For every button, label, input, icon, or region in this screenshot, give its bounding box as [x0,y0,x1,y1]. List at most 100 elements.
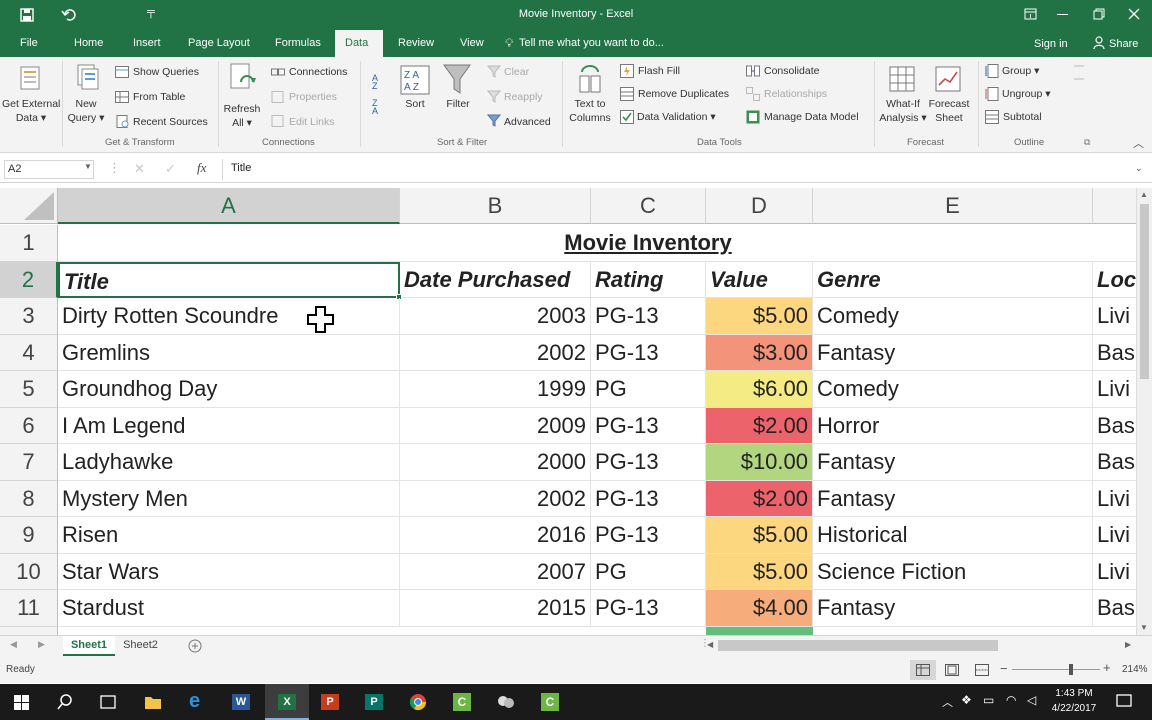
header-cell-date-purchased[interactable]: Date Purchased [400,261,591,298]
cell-genre[interactable]: Fantasy [813,444,1093,481]
cell-location[interactable]: Livi [1093,554,1136,590]
name-box[interactable]: A2 [4,160,94,179]
cell-value[interactable]: $5.00 [706,553,813,590]
snipping-tool-icon[interactable] [496,693,516,711]
volume-icon[interactable]: ◁ [1027,693,1036,707]
reapply-button[interactable]: Reapply [504,91,543,103]
row-header[interactable] [0,626,58,635]
cell-rating[interactable]: PG-13 [591,480,706,517]
sort-az-icon[interactable]: AZZA [372,71,386,115]
relationships-button[interactable]: Relationships [764,88,827,100]
task-view-icon[interactable] [99,694,117,710]
tab-view[interactable]: View [460,30,484,57]
cell-location[interactable]: Livi [1093,371,1136,408]
dropbox-icon[interactable]: ❖ [961,693,972,707]
cell-rating[interactable]: PG-13 [591,298,706,335]
scroll-up-icon[interactable]: ▲ [1140,190,1148,199]
close-icon[interactable] [1128,8,1140,20]
recent-sources-button[interactable]: Recent Sources [133,116,208,128]
tab-insert[interactable]: Insert [133,30,161,57]
column-header-f[interactable] [1093,188,1136,224]
powerpoint-icon[interactable]: P [321,694,339,710]
cell-value[interactable]: $5.00 [706,517,813,554]
outline-show-hide-icon[interactable] [1072,63,1086,95]
cell-genre[interactable]: Comedy [813,371,1093,408]
sheet-tab-sheet2[interactable]: Sheet2 [118,636,163,656]
cell-title[interactable]: Groundhog Day [58,371,400,408]
cell-location[interactable]: Bas [1093,335,1136,371]
cell-genre[interactable]: Fantasy [813,334,1093,371]
formula-input[interactable]: Title [231,162,251,174]
ribbon-display-icon[interactable] [1024,8,1037,21]
horizontal-scroll-thumb[interactable] [718,640,998,651]
scroll-thumb[interactable] [1140,204,1149,379]
zoom-level[interactable]: 214% [1122,664,1148,675]
page-break-view-icon[interactable] [975,664,989,676]
scroll-down-icon[interactable]: ▼ [1140,623,1148,632]
cell-genre[interactable]: Fantasy [813,590,1093,627]
connections-button[interactable]: Connections [289,66,347,78]
column-header-b[interactable]: B [400,188,591,224]
cell-rating[interactable]: PG [591,553,706,590]
share-button[interactable]: Share [1109,31,1138,58]
page-layout-view-icon[interactable] [945,664,959,676]
cell-date-purchased[interactable]: 2015 [400,590,591,627]
cell-title[interactable]: Risen [58,517,400,554]
wifi-icon[interactable]: ◠ [1006,693,1016,707]
camtasia-icon[interactable]: C [453,693,471,711]
cell-date-purchased[interactable]: 2007 [400,553,591,590]
camtasia-recorder-icon[interactable]: C [541,693,559,711]
word-icon[interactable]: W [232,694,250,710]
add-sheet-icon[interactable] [188,639,202,653]
row-header[interactable]: 9 [0,517,58,554]
cell-location[interactable]: Livi [1093,481,1136,517]
column-header-c[interactable]: C [591,188,706,224]
what-if-analysis-button[interactable]: What-If [878,98,928,110]
tab-formulas[interactable]: Formulas [275,30,321,57]
zoom-out-icon[interactable]: − [1000,661,1008,676]
cell-location[interactable]: Bas [1093,408,1136,444]
row-header[interactable]: 2 [0,261,58,298]
normal-view-icon[interactable] [916,664,930,676]
forecast-sheet-button[interactable]: Forecast [926,98,972,110]
header-cell-rating[interactable]: Rating [591,261,706,298]
edit-links-button[interactable]: Edit Links [289,116,335,128]
column-header-e[interactable]: E [813,188,1093,224]
cell-title[interactable]: Gremlins [58,334,400,371]
data-validation-button[interactable]: Data Validation ▾ [637,111,716,123]
clear-button[interactable]: Clear [504,66,529,78]
tab-page-layout[interactable]: Page Layout [188,30,250,57]
header-cell-title[interactable]: Title [58,261,400,298]
edge-icon[interactable]: e [189,690,200,713]
zoom-in-icon[interactable]: + [1103,660,1111,675]
cell-date-purchased[interactable]: 2000 [400,444,591,481]
row-header[interactable]: 1 [0,225,58,262]
row-header[interactable]: 4 [0,334,58,371]
advanced-button[interactable]: Advanced [504,116,551,128]
insert-function-icon[interactable]: fx [197,160,206,176]
cell-value[interactable]: $2.00 [706,480,813,517]
cell-value[interactable]: $3.00 [706,334,813,371]
cell-genre[interactable]: Comedy [813,298,1093,335]
show-queries-button[interactable]: Show Queries [133,66,199,78]
windows-start-icon[interactable] [14,695,30,711]
sort-button[interactable]: Sort [397,98,433,110]
scroll-right-icon[interactable]: ▶ [1125,640,1131,649]
refresh-all-button[interactable]: Refresh [220,103,264,115]
cell-date-purchased[interactable]: 2009 [400,407,591,444]
tab-data[interactable]: Data [335,30,383,57]
outline-dialog-launcher-icon[interactable]: ⧉ [1084,137,1090,148]
remove-duplicates-button[interactable]: Remove Duplicates [638,88,729,100]
cell-genre[interactable]: Fantasy [813,480,1093,517]
text-to-columns-button[interactable]: Text to [566,98,614,110]
show-hidden-icons[interactable]: ︿ [942,694,953,710]
partial-row-value-cell[interactable] [706,626,813,635]
cell-date-purchased[interactable]: 2003 [400,298,591,335]
cell-date-purchased[interactable]: 2002 [400,334,591,371]
manage-data-model-button[interactable]: Manage Data Model [764,111,859,123]
cell-value[interactable]: $2.00 [706,407,813,444]
minimize-icon[interactable] [1057,14,1068,15]
sign-in-link[interactable]: Sign in [1034,31,1068,58]
tab-file[interactable]: File [20,30,38,57]
cell-date-purchased[interactable]: 2016 [400,517,591,554]
